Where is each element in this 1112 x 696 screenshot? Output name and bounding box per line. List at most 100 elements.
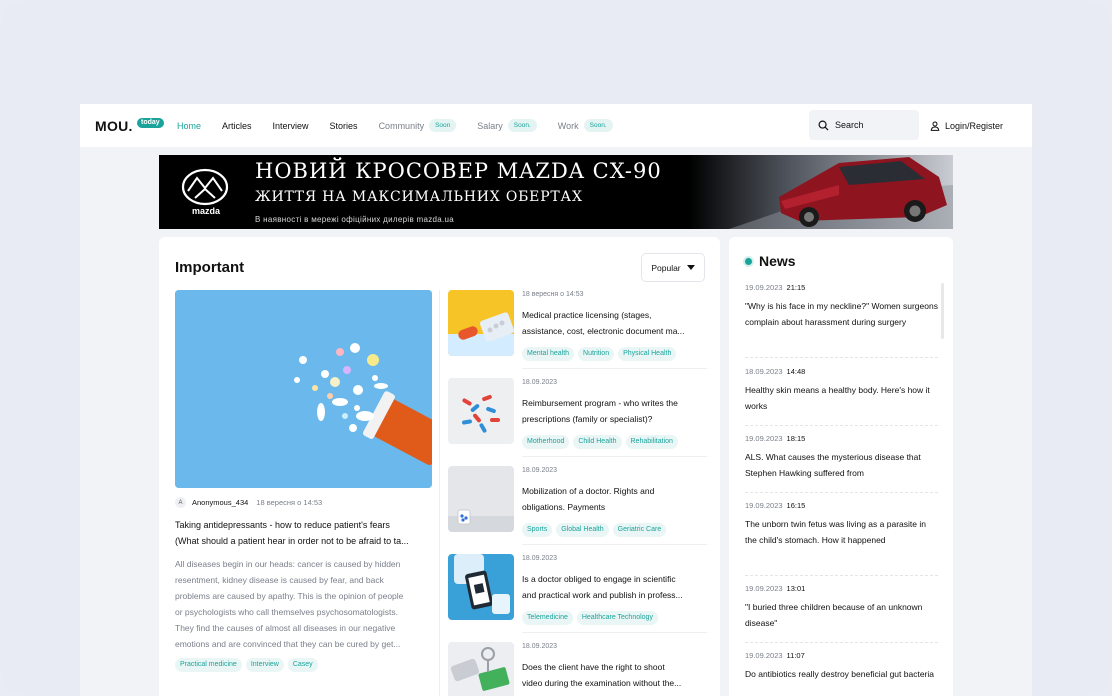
thumb-image	[448, 642, 514, 696]
nav-salary[interactable]: Salary Soon.	[477, 119, 537, 132]
news-date: 18.09.2023	[745, 367, 783, 376]
news-item[interactable]: 19.09.2023 11:07 Do antibiotics really de…	[745, 651, 938, 682]
site-header: MOU. today Home Articles Interview Stori…	[80, 104, 1032, 147]
news-datetime: 18.09.2023 14:48	[745, 367, 938, 376]
list-item[interactable]: 18.09.2023 Is a doctor obliged to engage…	[448, 554, 707, 642]
article-thumbnail[interactable]	[448, 642, 514, 696]
title-line: Medical practice licensing (stages,	[522, 310, 652, 320]
logo-badge: today	[137, 118, 164, 128]
article-title-link[interactable]: Does the client have the right to shoot …	[522, 659, 707, 691]
section-title: Important	[175, 259, 245, 276]
tag[interactable]: Mental health	[522, 347, 575, 361]
nav-interview[interactable]: Interview	[273, 121, 309, 131]
tag[interactable]: Telemedicine	[522, 611, 573, 625]
news-item[interactable]: 19.09.2023 16:15 The unborn twin fetus wa…	[745, 501, 938, 548]
news-date: 19.09.2023	[745, 651, 783, 660]
tag[interactable]: Physical Health	[618, 347, 677, 361]
caret-down-icon	[686, 265, 695, 270]
excerpt-line: All diseases begin in our heads: cancer …	[175, 559, 401, 569]
article-thumbnail[interactable]	[448, 554, 514, 620]
news-title-link[interactable]: The unborn twin fetus was living as a pa…	[745, 516, 938, 548]
news-title-link[interactable]: Do antibiotics really destroy beneficial…	[745, 666, 938, 682]
login-register-button[interactable]: Login/Register	[930, 104, 1003, 147]
nav-work[interactable]: Work Soon.	[558, 119, 613, 132]
banner-brand: mazda	[191, 206, 220, 216]
tag[interactable]: Global Health	[556, 523, 609, 537]
author-name[interactable]: Anonymous_434	[192, 498, 248, 507]
article-date: 18.09.2023	[522, 467, 558, 474]
news-title-link[interactable]: "Why is his face in my neckline?" Women …	[745, 298, 938, 330]
ad-banner[interactable]: mazda НОВИЙ КРОСОВЕР MAZDA CX-90 ЖИТТЯ Н…	[159, 155, 953, 229]
sort-dropdown[interactable]: Popular	[641, 253, 705, 282]
news-scrollbar[interactable]	[941, 283, 944, 339]
excerpt-line: emotions and are convinced that they can…	[175, 639, 401, 649]
hero-date: 18 вересня о 14:53	[256, 498, 323, 507]
article-thumbnail[interactable]	[448, 290, 514, 356]
news-datetime: 19.09.2023 21:15	[745, 283, 938, 292]
thumb-image	[448, 554, 514, 620]
news-item[interactable]: 18.09.2023 14:48 Healthy skin means a hea…	[745, 367, 938, 414]
article-tags: Motherhood Child Health Rehabilitation	[522, 435, 682, 449]
nav-home[interactable]: Home	[177, 121, 201, 131]
list-item[interactable]: 18 вересня о 14:53 Medical practice lice…	[448, 290, 707, 378]
news-item[interactable]: 19.09.2023 18:15 ALS. What causes the mys…	[745, 434, 938, 481]
article-title-link[interactable]: Medical practice licensing (stages, assi…	[522, 307, 707, 339]
list-item[interactable]: 18.09.2023 Mobilization of a doctor. Rig…	[448, 466, 707, 554]
soon-badge: Soon.	[507, 119, 537, 132]
thumb-image	[448, 290, 514, 356]
important-section: Important Popular A Anonymous_434 18 вер…	[159, 237, 720, 696]
news-time: 14:48	[786, 367, 806, 376]
tag[interactable]: Interview	[245, 658, 284, 672]
divider	[745, 492, 938, 493]
tag[interactable]: Motherhood	[522, 435, 570, 449]
news-item[interactable]: 19.09.2023 13:01 "I buried three children…	[745, 584, 938, 631]
nav-label: Articles	[222, 120, 252, 131]
news-title-link[interactable]: "I buried three children because of an u…	[745, 599, 938, 631]
news-title-link[interactable]: ALS. What causes the mysterious disease …	[745, 449, 938, 481]
nav-label: Salary	[477, 120, 503, 131]
list-item[interactable]: 18.09.2023 Reimbursement program - who w…	[448, 378, 707, 466]
list-item[interactable]: 18.09.2023 Does the client have the righ…	[448, 642, 705, 696]
news-datetime: 19.09.2023 13:01	[745, 584, 938, 593]
tag[interactable]: Sports	[522, 523, 553, 537]
news-time: 18:15	[786, 434, 806, 443]
title-line: Mobilization of a doctor. Rights and	[522, 486, 655, 496]
banner-subheadline: ЖИТТЯ НА МАКСИМАЛЬНИХ ОБЕРТАХ	[255, 189, 583, 205]
article-thumbnail[interactable]	[448, 466, 514, 532]
article-tags: Telemedicine Healthcare Technology	[522, 611, 662, 625]
banner-headline: НОВИЙ КРОСОВЕР MAZDA CX-90	[255, 159, 662, 183]
article-title-link[interactable]: Reimbursement program - who writes the p…	[522, 395, 707, 427]
news-date: 19.09.2023	[745, 283, 783, 292]
tag[interactable]: Geriatric Care	[612, 523, 667, 537]
user-icon	[930, 120, 940, 131]
hero-image[interactable]	[175, 290, 432, 488]
article-title-link[interactable]: Mobilization of a doctor. Rights and obl…	[522, 483, 707, 515]
news-time: 16:15	[786, 501, 806, 510]
tag[interactable]: Rehabilitation	[625, 435, 678, 449]
thumb-image	[448, 466, 514, 532]
nav-stories[interactable]: Stories	[330, 121, 358, 131]
nav-articles[interactable]: Articles	[222, 121, 252, 131]
divider	[745, 575, 938, 576]
news-time: 13:01	[786, 584, 806, 593]
title-line: and practical work and publish in profes…	[522, 590, 683, 600]
article-date: 18.09.2023	[522, 555, 558, 562]
news-item[interactable]: 19.09.2023 21:15 "Why is his face in my n…	[745, 283, 938, 330]
nav-community[interactable]: Community Soon	[379, 119, 457, 132]
site-logo[interactable]: MOU.	[95, 118, 133, 134]
hero-excerpt: All diseases begin in our heads: cancer …	[175, 556, 432, 652]
hero-title-link[interactable]: Taking antidepressants - how to reduce p…	[175, 517, 432, 549]
news-title-link[interactable]: Healthy skin means a healthy body. Here'…	[745, 382, 938, 414]
divider	[522, 632, 707, 633]
tag[interactable]: Practical medicine	[175, 658, 242, 672]
tag[interactable]: Child Health	[573, 435, 622, 449]
tag[interactable]: Casey	[287, 658, 318, 672]
search-input[interactable]: Search	[809, 110, 919, 140]
excerpt-line: problems are caused by apathy. This is t…	[175, 591, 404, 601]
article-thumbnail[interactable]	[448, 378, 514, 444]
tag[interactable]: Nutrition	[578, 347, 615, 361]
article-date: 18.09.2023	[522, 379, 558, 386]
article-title-link[interactable]: Is a doctor obliged to engage in scienti…	[522, 571, 707, 603]
tag[interactable]: Healthcare Technology	[576, 611, 658, 625]
search-icon	[818, 120, 829, 131]
